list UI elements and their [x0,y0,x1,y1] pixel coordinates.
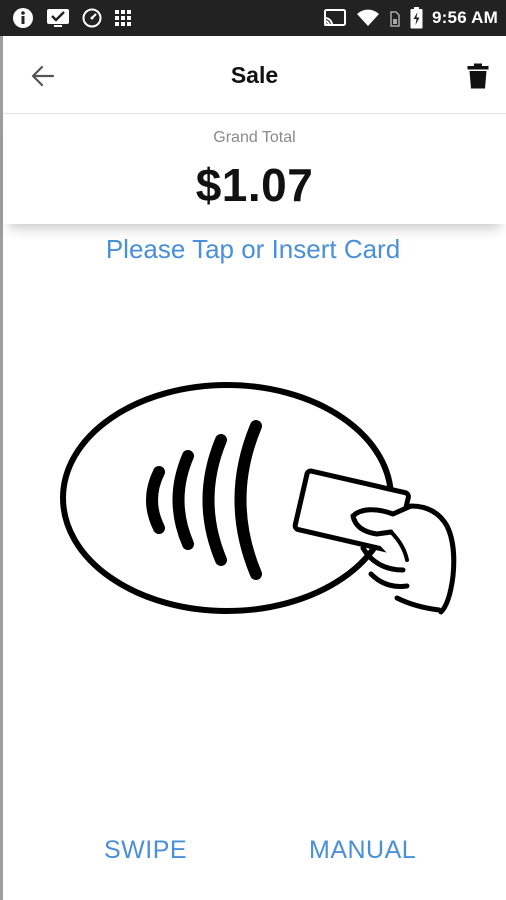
battery-charging-icon [410,7,423,29]
speedometer-icon [82,8,102,28]
info-icon [12,7,34,29]
app-bar: Sale [3,36,506,114]
status-time: 9:56 AM [432,8,498,27]
page-title: Sale [230,62,279,88]
grand-total-amount: $1.07 [195,159,314,211]
status-bar: 9:56 AM [0,0,506,36]
wifi-icon [356,8,380,28]
tap-insert-prompt: Please Tap or Insert Card [105,234,401,264]
contactless-payment-icon [60,382,457,615]
delete-button[interactable] [464,60,492,92]
status-right-icons: 9:56 AM [323,7,498,29]
cast-icon [323,8,347,28]
sim-icon [389,8,401,28]
manual-entry-button[interactable]: MANUAL [309,836,416,865]
payment-method-actions: SWIPE MANUAL [0,836,506,876]
grand-total-label: Grand Total [213,129,296,146]
grand-total-card: Grand Total $1.07 [3,116,506,224]
status-left-icons [12,7,132,29]
checkbox-icon [46,8,70,28]
swipe-button[interactable]: SWIPE [104,836,187,865]
grid-icon [114,9,132,27]
trash-icon [467,63,489,89]
